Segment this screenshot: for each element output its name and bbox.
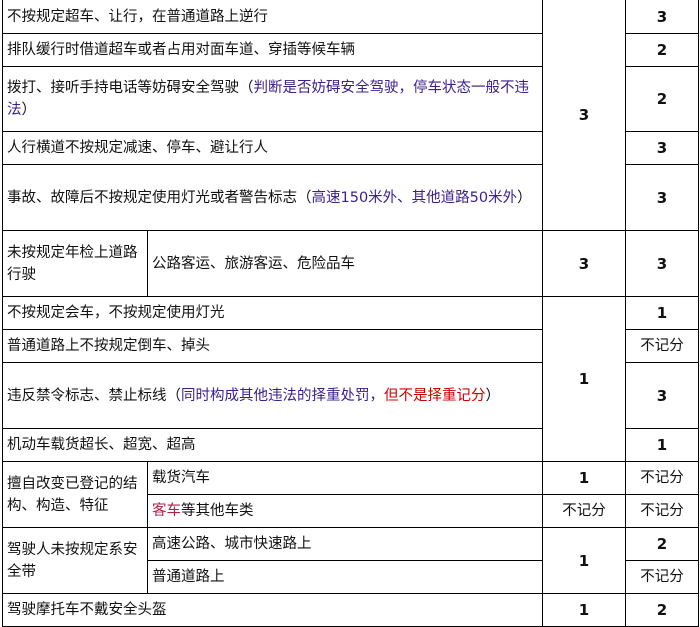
violation-desc: 载货汽车 [147, 461, 543, 495]
old-points: 1 [542, 527, 626, 594]
desc-note: 同时构成其他违法的择重处罚， [181, 387, 384, 404]
violation-desc: 普通道路上 [147, 560, 543, 594]
new-points: 2 [625, 527, 699, 561]
new-points: 3 [625, 230, 699, 297]
violation-desc: 违反禁令标志、禁止标线（同时构成其他违法的择重处罚，但不是择重记分） [2, 362, 543, 429]
desc-highlight: 客车 [152, 503, 181, 519]
traffic-points-table: 不按规定超车、让行，在普通道路上逆行 3 3 排队缓行时借道超车或者占用对面车道… [2, 0, 699, 627]
desc-text: 事故、故障后不按规定使用灯光或者警告标志（ [7, 189, 312, 206]
violation-desc: 不按规定会车，不按规定使用灯光 [2, 296, 543, 330]
new-points: 1 [625, 428, 699, 462]
old-points: 不记分 [542, 494, 626, 528]
new-points: 2 [625, 33, 699, 67]
violation-desc: 普通道路上不按规定倒车、掉头 [2, 329, 543, 363]
violation-desc: 高速公路、城市快速路上 [147, 527, 543, 561]
violation-desc: 机动车载货超长、超宽、超高 [2, 428, 543, 462]
new-points: 3 [625, 362, 699, 429]
violation-desc: 排队缓行时借道超车或者占用对面车道、穿插等候车辆 [2, 33, 543, 67]
new-points: 不记分 [625, 494, 699, 528]
desc-text: 等其他车类 [181, 503, 254, 519]
violation-desc: 驾驶摩托车不戴安全头盔 [2, 593, 543, 627]
violation-desc: 不按规定超车、让行，在普通道路上逆行 [2, 0, 543, 34]
table-row: 擅自改变已登记的结构、构造、特征 载货汽车 1 不记分 [2, 461, 699, 528]
desc-tail: ） [21, 102, 37, 118]
old-points: 1 [542, 461, 626, 495]
new-points: 3 [625, 164, 699, 231]
new-points: 3 [625, 131, 699, 165]
table-row: 驾驶人未按规定系安全带 高速公路、城市快速路上 1 2 [2, 527, 699, 594]
old-points: 1 [542, 593, 626, 627]
old-points: 1 [542, 296, 626, 462]
violation-desc: 客车等其他车类 [147, 494, 543, 528]
new-points: 2 [625, 66, 699, 132]
old-points: 3 [542, 0, 626, 231]
desc-text: 拨打、接听手持电话等妨碍安全驾驶（ [7, 80, 254, 96]
new-points: 不记分 [625, 329, 699, 363]
new-points: 3 [625, 0, 699, 34]
desc-tail: ） [517, 189, 532, 206]
violation-desc: 事故、故障后不按规定使用灯光或者警告标志（高速150米外、其他道路50米外） [2, 164, 543, 231]
desc-note: 高速150米外、其他道路50米外 [311, 189, 518, 206]
table-row: 未按规定年检上道路行驶 公路客运、旅游客运、危险品车 3 3 [2, 230, 699, 297]
violation-category: 擅自改变已登记的结构、构造、特征 [2, 461, 148, 528]
violation-category: 驾驶人未按规定系安全带 [2, 527, 148, 594]
new-points: 不记分 [625, 560, 699, 594]
table-row: 不按规定超车、让行，在普通道路上逆行 3 3 [2, 0, 699, 231]
desc-warning: 但不是择重记分 [384, 387, 486, 404]
violation-desc: 人行横道不按规定减速、停车、避让行人 [2, 131, 543, 165]
violation-desc: 拨打、接听手持电话等妨碍安全驾驶（判断是否妨碍安全驾驶，停车状态一般不违法） [2, 66, 543, 132]
table-row: 驾驶摩托车不戴安全头盔 1 2 [2, 593, 699, 627]
new-points: 不记分 [625, 461, 699, 495]
violation-desc: 公路客运、旅游客运、危险品车 [147, 230, 543, 297]
old-points: 3 [542, 230, 626, 297]
new-points: 1 [625, 296, 699, 330]
violation-category: 未按规定年检上道路行驶 [2, 230, 148, 297]
table-row: 不按规定会车，不按规定使用灯光 1 1 [2, 296, 699, 462]
desc-tail: ） [485, 387, 501, 404]
desc-text: 违反禁令标志、禁止标线（ [7, 387, 181, 404]
new-points: 2 [625, 593, 699, 627]
